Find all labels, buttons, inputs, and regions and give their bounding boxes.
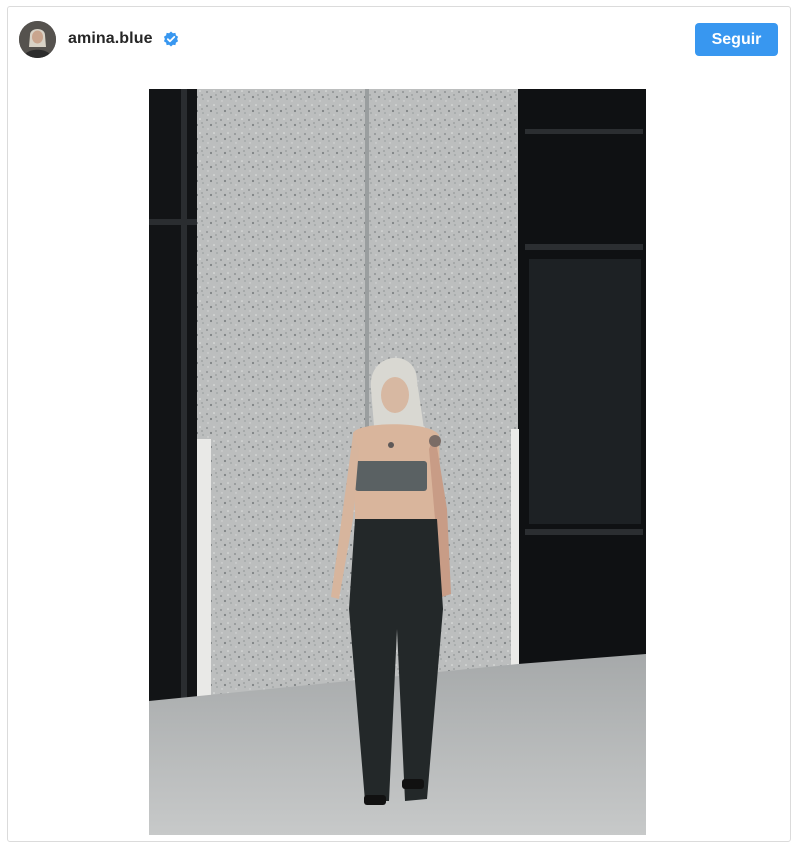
follow-button[interactable]: Seguir	[695, 23, 778, 56]
verified-badge-icon	[163, 31, 179, 47]
post-photo[interactable]	[149, 89, 646, 835]
avatar-icon	[19, 21, 56, 58]
post-image	[149, 89, 646, 835]
username[interactable]: amina.blue	[68, 30, 153, 48]
embedded-post-card: amina.blue Seguir	[7, 6, 791, 842]
user-avatar[interactable]	[19, 21, 56, 58]
post-header: amina.blue Seguir	[8, 7, 790, 71]
